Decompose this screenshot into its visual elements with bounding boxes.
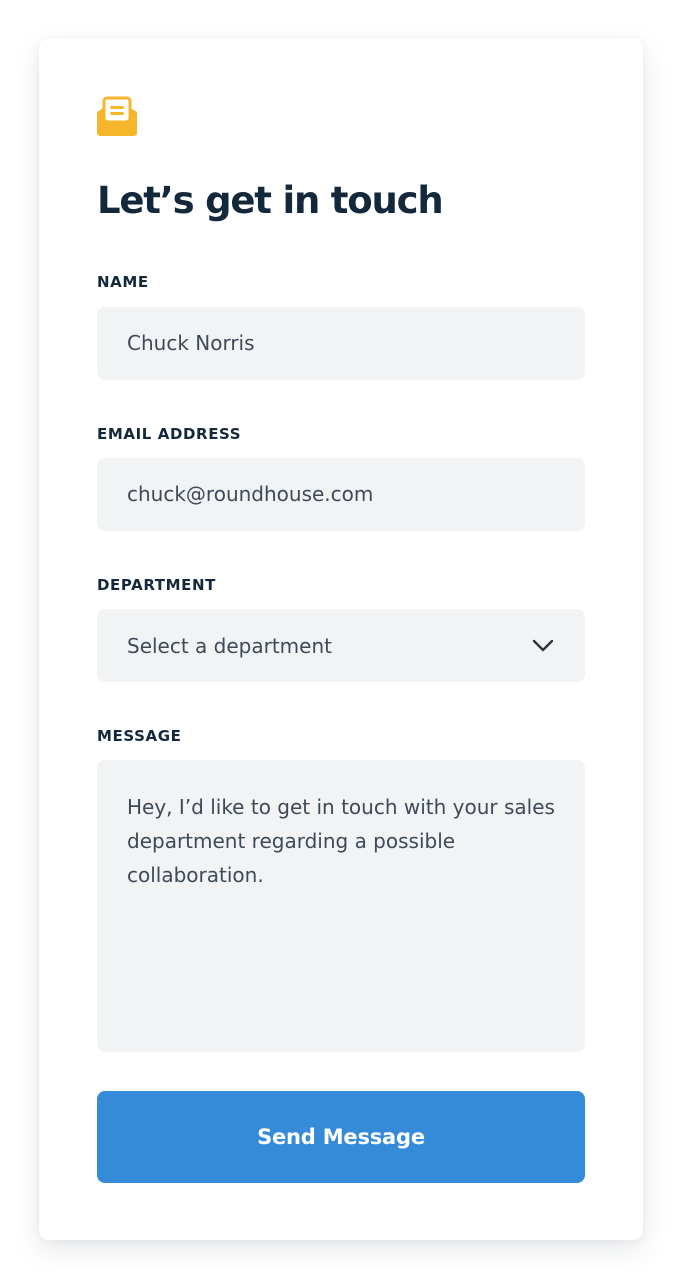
send-message-button[interactable]: Send Message [97, 1091, 585, 1183]
department-select[interactable]: Select a department [97, 609, 585, 682]
chevron-down-icon [531, 634, 555, 658]
name-field[interactable]: Chuck Norris [97, 307, 585, 380]
name-field-value: Chuck Norris [127, 331, 255, 355]
page-title: Let’s get in touch [97, 179, 444, 222]
message-textarea-value: Hey, I’d like to get in touch with your … [127, 795, 555, 887]
email-field[interactable]: chuck@roundhouse.com [97, 458, 585, 531]
department-select-value: Select a department [127, 633, 332, 658]
email-field-value: chuck@roundhouse.com [127, 482, 374, 506]
email-label: EMAIL ADDRESS [97, 425, 242, 443]
message-textarea[interactable]: Hey, I’d like to get in touch with your … [97, 760, 585, 1052]
message-label: MESSAGE [97, 727, 182, 745]
contact-form-card: Let’s get in touch NAME Chuck Norris EMA… [39, 38, 643, 1240]
mail-open-icon [97, 96, 137, 136]
department-label: DEPARTMENT [97, 576, 216, 594]
name-label: NAME [97, 273, 149, 291]
